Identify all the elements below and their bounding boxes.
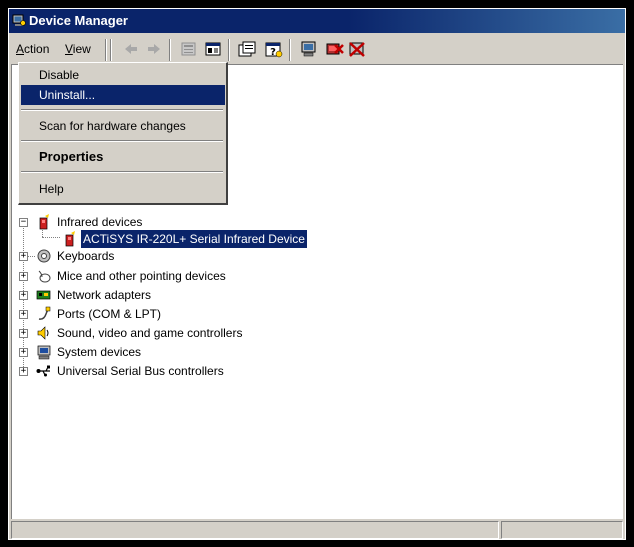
expand-toggle[interactable]: + (19, 310, 28, 319)
tree-label: Mice and other pointing devices (57, 269, 226, 283)
menu-action-mnemonic: A (16, 42, 25, 56)
menu-item-properties[interactable]: Properties (21, 147, 225, 167)
port-icon (38, 306, 51, 320)
expand-toggle[interactable]: + (19, 348, 28, 357)
expand-toggle[interactable]: + (19, 252, 28, 261)
expand-toggle[interactable]: + (19, 329, 28, 338)
scan-icon[interactable] (299, 40, 319, 58)
tree-label: Keyboards (57, 249, 115, 263)
menu-view-label: iew (72, 42, 91, 56)
toolbar-separator (228, 39, 230, 61)
menu-action-label: ction (24, 42, 50, 56)
tree-label: Ports (COM & LPT) (57, 307, 162, 321)
forward-icon[interactable] (144, 40, 164, 58)
tree-label: Universal Serial Bus controllers (57, 364, 224, 378)
usb-icon (36, 365, 50, 377)
menu-view-mnemonic: V (65, 42, 73, 56)
help-icon[interactable]: ? (264, 40, 284, 58)
tree-label: Sound, video and game controllers (57, 326, 243, 340)
menu-separator (21, 109, 223, 111)
toolbar-separator (105, 39, 107, 61)
up-icon[interactable] (179, 40, 199, 58)
title-bar[interactable]: Device Manager (9, 9, 625, 33)
sound-icon (37, 326, 49, 340)
window-title: Device Manager (29, 13, 128, 28)
expand-toggle[interactable]: + (19, 291, 28, 300)
toolbar-separator (169, 39, 171, 61)
menu-item-scan-hardware[interactable]: Scan for hardware changes (21, 116, 225, 136)
status-pane-main (11, 521, 499, 539)
disable-icon[interactable] (347, 40, 367, 58)
tree-label: Infrared devices (57, 215, 143, 229)
computer-icon (37, 345, 51, 360)
action-menu: Disable Uninstall... Scan for hardware c… (18, 62, 228, 205)
menu-separator (21, 171, 223, 173)
menu-separator (21, 140, 223, 142)
menu-item-disable[interactable]: Disable (21, 65, 225, 85)
collapse-toggle[interactable]: − (19, 218, 28, 227)
infrared-icon (65, 231, 75, 247)
menu-toolbar: Action View ? (9, 35, 625, 63)
expand-toggle[interactable]: + (19, 367, 28, 376)
show-hide-icon[interactable] (203, 40, 223, 58)
device-manager-icon (12, 14, 26, 26)
uninstall-icon[interactable] (325, 40, 345, 58)
properties-icon[interactable] (237, 40, 257, 58)
expand-toggle[interactable]: + (19, 272, 28, 281)
toolbar-separator (110, 39, 112, 61)
menu-action[interactable]: Action (16, 41, 49, 57)
keyboard-icon (37, 249, 51, 263)
menu-item-uninstall[interactable]: Uninstall... (21, 85, 225, 105)
back-icon[interactable] (121, 40, 141, 58)
tree-line (42, 237, 60, 238)
tree-label: System devices (57, 345, 142, 359)
tree-label: Network adapters (57, 288, 152, 302)
svg-text:?: ? (270, 47, 276, 58)
status-pane-secondary (501, 521, 623, 539)
network-adapter-icon (36, 290, 51, 300)
infrared-icon (39, 214, 49, 230)
mouse-icon (38, 270, 51, 283)
menu-item-help[interactable]: Help (21, 179, 225, 199)
status-bar (11, 521, 623, 539)
tree-label-selected: ACTiSYS IR-220L+ Serial Infrared Device (80, 229, 308, 249)
menu-view[interactable]: View (65, 41, 91, 57)
toolbar-separator (289, 39, 291, 61)
